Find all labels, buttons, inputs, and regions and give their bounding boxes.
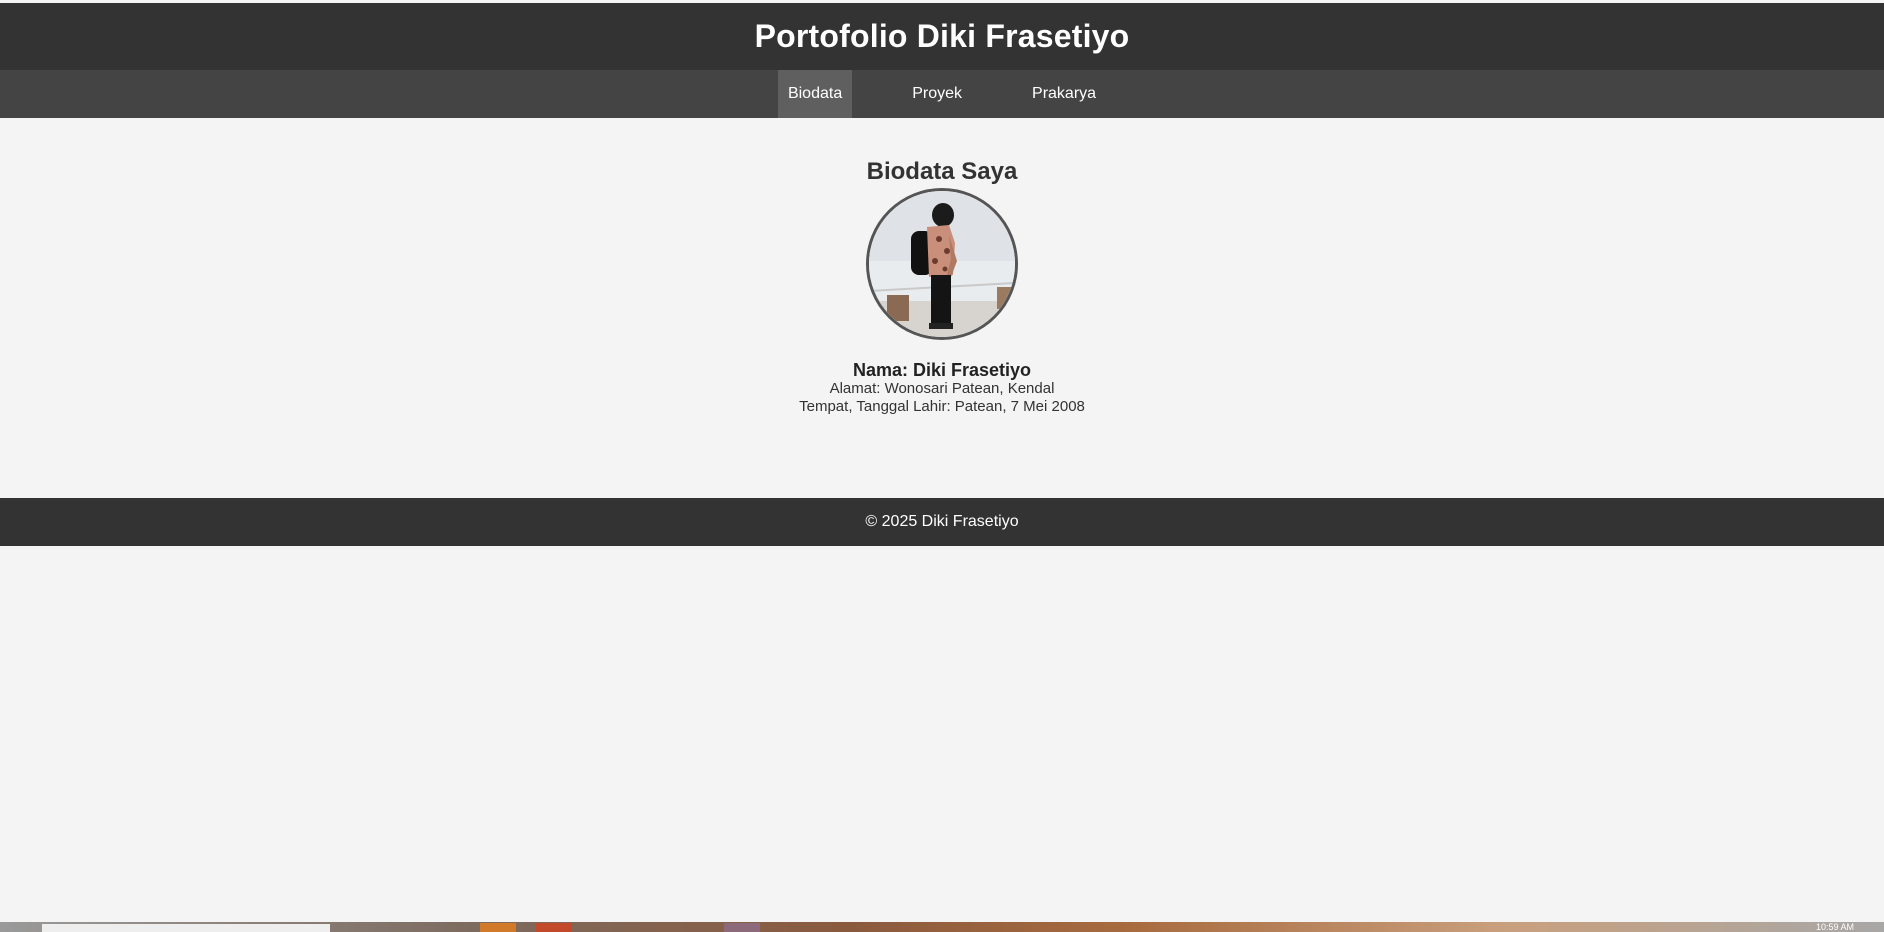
taskbar-app-icon[interactable]	[536, 923, 572, 932]
taskbar-clock[interactable]: 10:59 AM	[1816, 922, 1854, 932]
bio-birth: Tempat, Tanggal Lahir: Patean, 7 Mei 200…	[799, 398, 1085, 415]
profile-photo-image	[869, 191, 1015, 337]
section-title: Biodata Saya	[866, 158, 1018, 185]
nav-link-proyek[interactable]: Proyek	[902, 70, 972, 118]
taskbar-search-box[interactable]	[42, 924, 330, 932]
taskbar-app-icon[interactable]	[480, 923, 516, 932]
main-nav: Biodata Proyek Prakarya	[0, 70, 1884, 118]
site-footer: © 2025 Diki Frasetiyo	[0, 498, 1884, 546]
taskbar-app-icon[interactable]	[724, 923, 760, 932]
biodata-section: Biodata Saya Nama: Diki Frasetiyo Alamat…	[0, 118, 1884, 498]
os-taskbar: 10:59 AM	[0, 922, 1884, 932]
nav-link-biodata[interactable]: Biodata	[777, 70, 853, 118]
bio-name: Nama: Diki Frasetiyo	[852, 360, 1032, 380]
site-title: Portofolio Diki Frasetiyo	[754, 18, 1130, 54]
profile-photo	[866, 188, 1018, 340]
page: Portofolio Diki Frasetiyo Biodata Proyek…	[0, 0, 1884, 932]
site-header: Portofolio Diki Frasetiyo	[0, 3, 1884, 70]
bio-address: Alamat: Wonosari Patean, Kendal	[829, 380, 1055, 397]
nav-link-prakarya[interactable]: Prakarya	[1022, 70, 1106, 118]
footer-copyright: © 2025 Diki Frasetiyo	[865, 513, 1019, 530]
